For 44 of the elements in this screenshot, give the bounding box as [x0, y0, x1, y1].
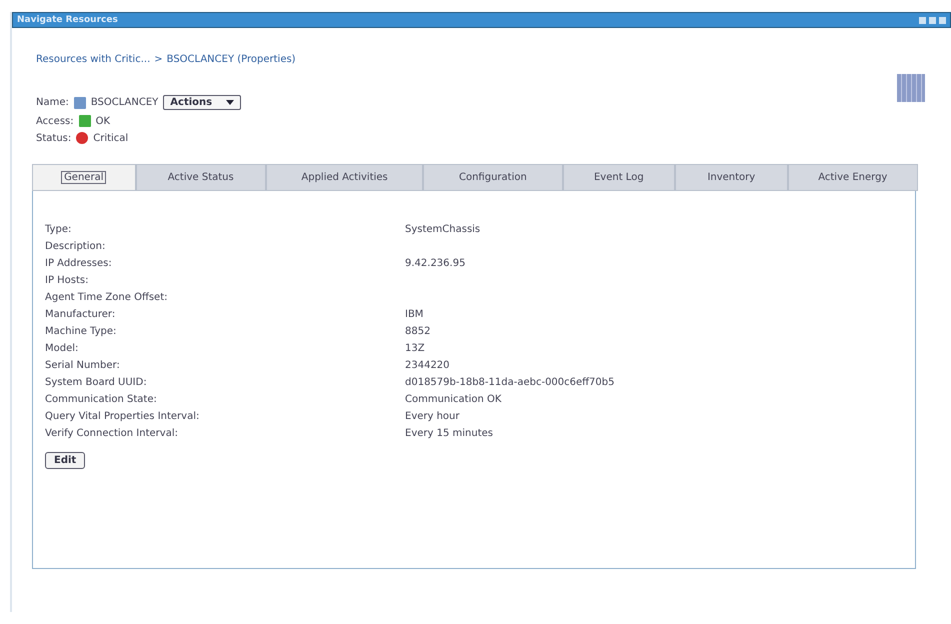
tab[interactable]: Active Energy — [788, 164, 918, 191]
property-label: Query Vital Properties Interval: — [45, 411, 200, 422]
breadcrumb-separator: > — [154, 54, 163, 65]
tab[interactable]: Inventory — [675, 164, 788, 191]
property-label: Machine Type: — [45, 326, 118, 337]
property-label: Verify Connection Interval: — [45, 428, 179, 439]
field-label: Status: — [36, 132, 72, 144]
tab[interactable]: Event Log — [562, 164, 676, 191]
tab[interactable]: Active Status — [136, 164, 266, 191]
actions-dropdown[interactable]: Actions — [163, 95, 242, 110]
property-value: 9.42.236.95 — [405, 258, 466, 269]
property-value: Every 15 minutes — [405, 428, 494, 439]
grid-icon[interactable] — [897, 74, 925, 102]
property-label: Serial Number: — [45, 360, 121, 371]
window-title: Navigate Resources — [17, 15, 118, 25]
property-label: Agent Time Zone Offset: — [45, 292, 168, 303]
property-value: 13Z — [405, 343, 426, 354]
property-label: Manufacturer: — [45, 309, 116, 320]
property-value: IBM — [405, 309, 424, 320]
property-value: SystemChassis — [405, 224, 482, 235]
tab[interactable]: General — [32, 164, 136, 191]
field-value: OK — [96, 116, 110, 126]
property-label: IP Hosts: — [45, 275, 90, 286]
property-label: Type: — [45, 224, 72, 235]
field-value: Critical — [93, 132, 128, 144]
field-label: Access: — [36, 116, 74, 126]
breadcrumb-current: BSOCLANCEY (Properties) — [166, 54, 296, 65]
breadcrumb-link[interactable]: Resources with Critic... — [36, 54, 150, 65]
edit-button[interactable]: Edit — [45, 452, 86, 469]
property-label: System Board UUID: — [45, 377, 148, 388]
property-value: 8852 — [405, 326, 432, 337]
caret-icon — [226, 100, 234, 105]
field-value: BSOCLANCEY — [90, 97, 158, 108]
property-label: IP Addresses: — [45, 258, 113, 269]
property-label: Communication State: — [45, 394, 158, 405]
property-label: Description: — [45, 241, 106, 252]
tab[interactable]: Configuration — [423, 164, 563, 191]
property-value: Every hour — [405, 411, 461, 422]
property-label: Model: — [45, 343, 80, 354]
tab[interactable]: Applied Activities — [266, 164, 424, 191]
field-label: Name: — [36, 97, 69, 108]
property-value: Communication OK — [405, 394, 502, 405]
property-value: d018579b-18b8-11da-aebc-000c6eff70b5 — [405, 377, 616, 388]
property-value: 2344220 — [405, 360, 451, 371]
